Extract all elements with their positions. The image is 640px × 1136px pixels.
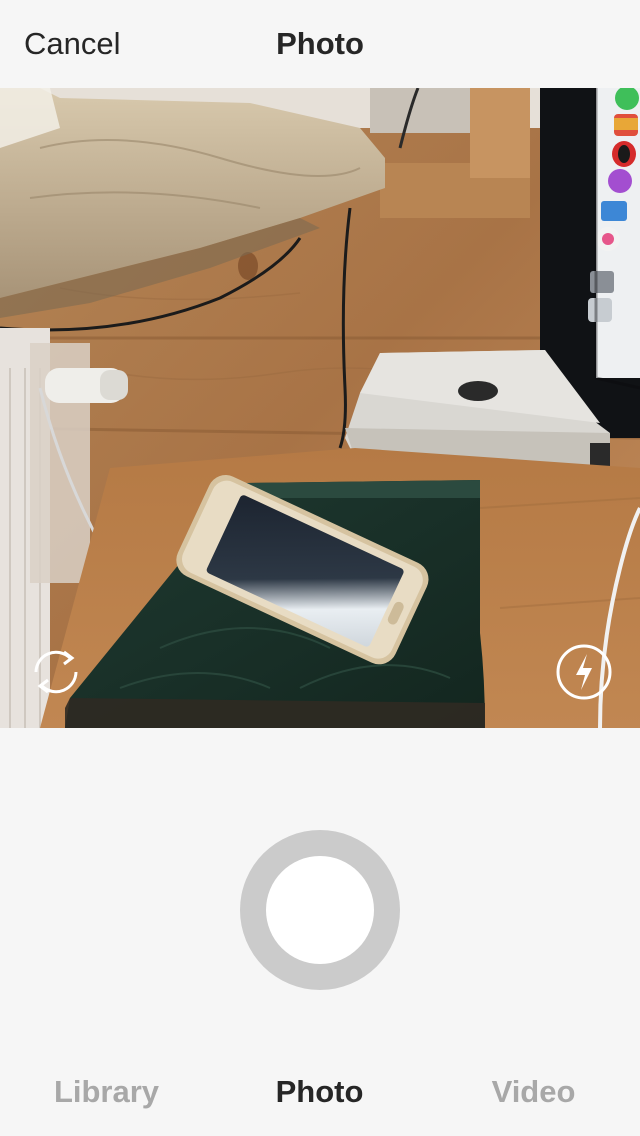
shutter-inner-circle: [266, 856, 374, 964]
shutter-button[interactable]: [240, 830, 400, 990]
mode-tabs: Library Photo Video: [0, 1056, 640, 1128]
tab-library[interactable]: Library: [0, 1072, 213, 1112]
switch-camera-icon[interactable]: [24, 640, 88, 704]
flash-icon[interactable]: [552, 640, 616, 704]
top-bar: Cancel Photo: [0, 0, 640, 88]
tab-photo[interactable]: Photo: [213, 1072, 426, 1112]
cancel-button[interactable]: Cancel: [24, 24, 121, 64]
camera-preview-scene: [0, 88, 640, 728]
tab-video[interactable]: Video: [427, 1072, 640, 1112]
camera-viewfinder[interactable]: [0, 88, 640, 728]
